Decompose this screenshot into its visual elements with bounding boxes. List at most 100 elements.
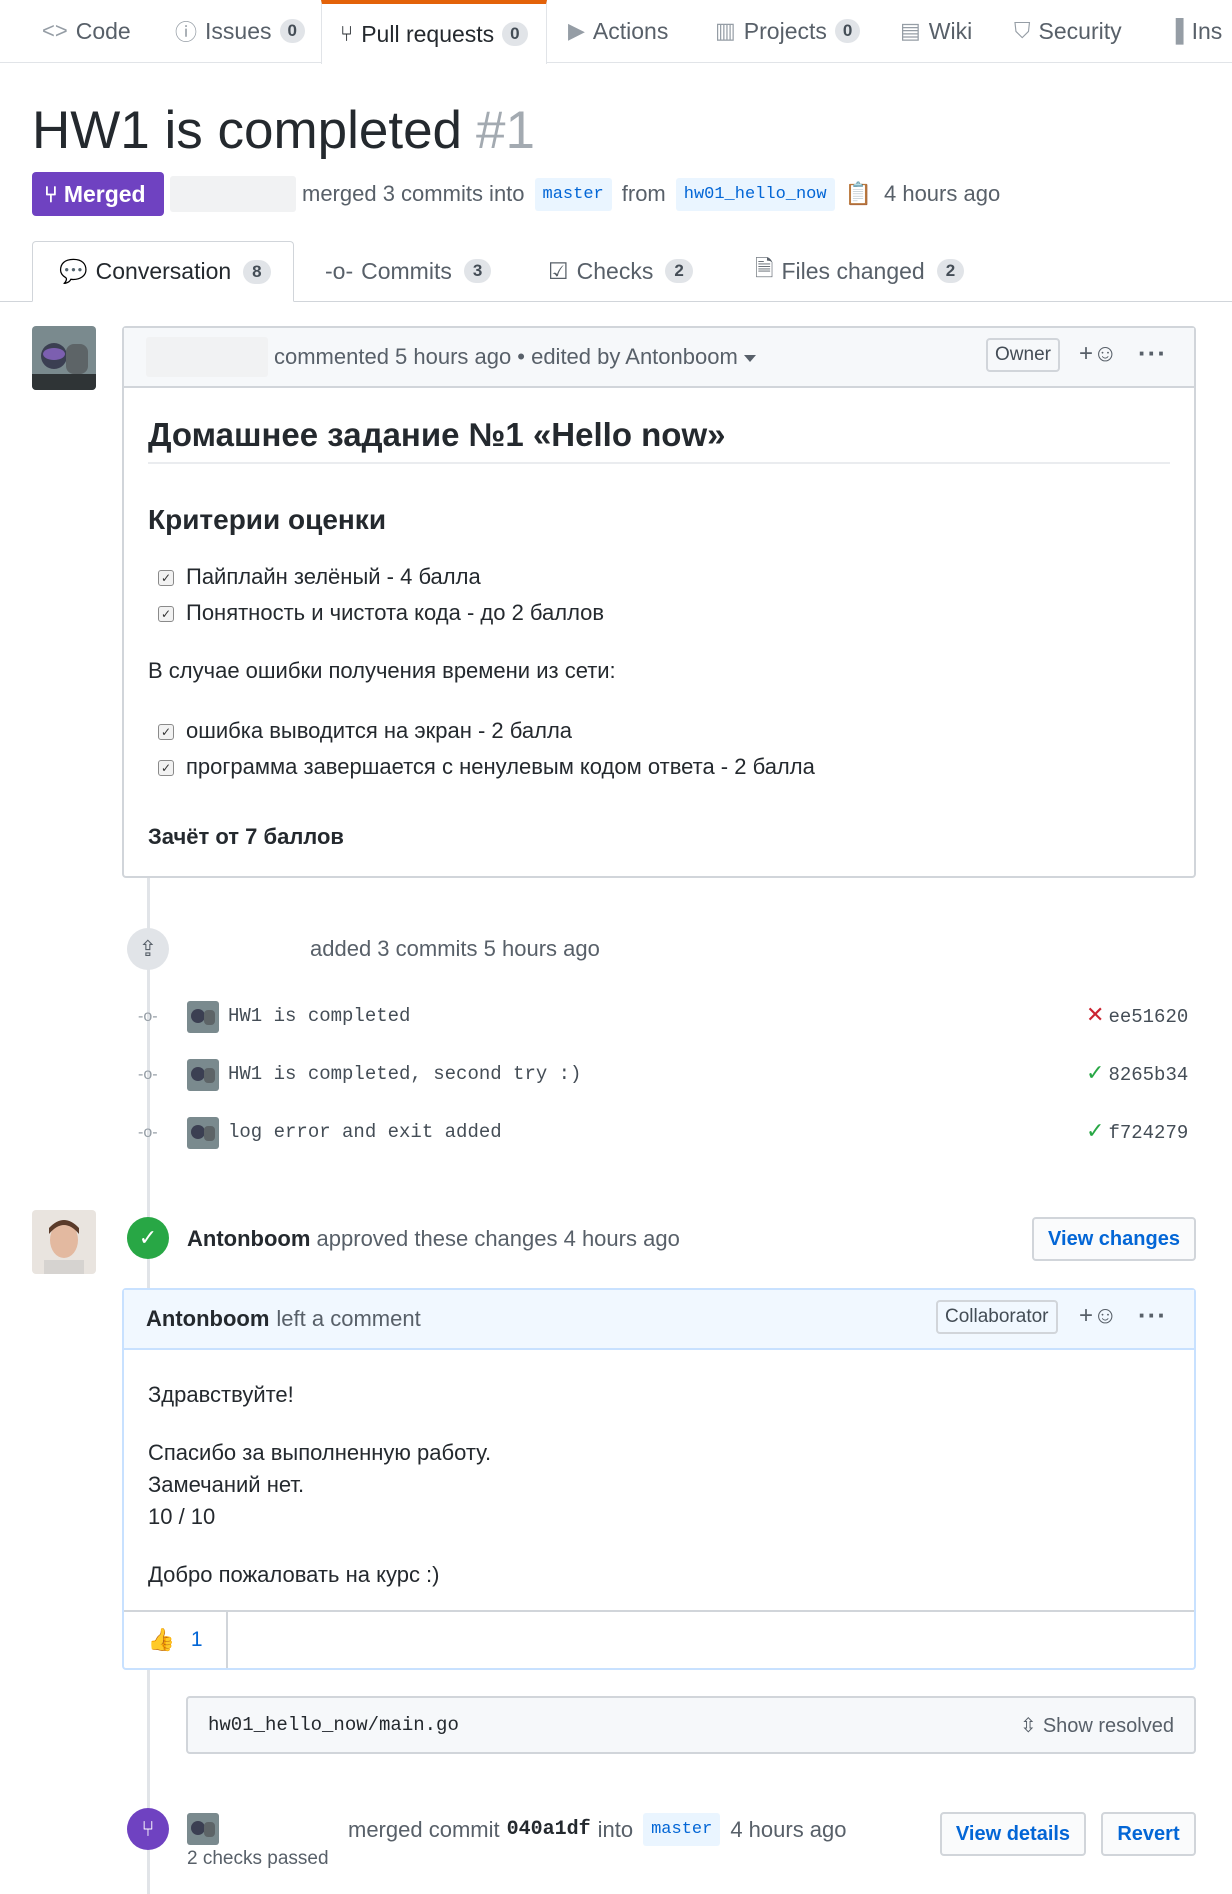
more-options-icon[interactable]: ··· [1138, 338, 1167, 369]
clipboard-icon[interactable]: 📋 [845, 181, 872, 207]
review-summary: Antonboom approved these changes 4 hours… [187, 1226, 680, 1251]
tab-checks[interactable]: ☑ Checks 2 [548, 241, 693, 301]
reaction-bar: 👍 1 [124, 1610, 1194, 1668]
code-icon: <> [42, 18, 68, 43]
comment-footer-bold: Зачёт от 7 баллов [148, 824, 344, 849]
checkbox-checked-icon[interactable]: ✓ [158, 724, 174, 740]
collaborator-badge: Collaborator [936, 1300, 1058, 1334]
repo-tab-code[interactable]: <> Code [42, 0, 131, 62]
checklist-icon: ☑ [548, 257, 569, 284]
check-icon: ✓ [1086, 1119, 1105, 1144]
tab-conversation[interactable]: 💬 Conversation 8 [32, 241, 294, 302]
git-merge-icon: ⑂ [127, 1808, 169, 1850]
play-icon: ▶ [568, 18, 585, 43]
task-item: ✓ ошибка выводится на экран - 2 балла [158, 718, 572, 744]
git-commit-icon: -o- [138, 1008, 158, 1025]
pr-title-text: HW1 is completed [32, 101, 463, 160]
avatar[interactable] [187, 1117, 219, 1149]
base-branch[interactable]: master [534, 177, 612, 211]
comment-header: commented 5 hours ago • edited by Antonb… [124, 328, 1194, 388]
pull-request-icon: ⑂ [340, 21, 354, 46]
commit-message-link[interactable]: log error and exit added [228, 1121, 502, 1143]
avatar[interactable] [187, 1001, 219, 1033]
comment-line: Добро пожаловать на курс :) [148, 1562, 440, 1587]
avatar[interactable] [32, 1210, 96, 1274]
review-comment: Antonboom left a comment Collaborator +☺… [122, 1288, 1196, 1670]
pr-tabs: 💬 Conversation 8 -o- Commits 3 ☑ Checks … [0, 241, 1232, 302]
author-redacted [146, 337, 268, 377]
divider [148, 462, 1170, 464]
repo-tab-pull-requests[interactable]: ⑂ Pull requests 0 [321, 0, 547, 64]
check-circle-icon: ✓ [127, 1217, 169, 1259]
repo-tab-projects[interactable]: ▥ Projects 0 [715, 0, 861, 62]
checkbox-checked-icon[interactable]: ✓ [158, 760, 174, 776]
add-reaction-icon[interactable]: +☺ [1079, 340, 1118, 368]
file-diff-icon: 🗎 [755, 254, 774, 281]
commits-event-text: added 3 commits 5 hours ago [310, 936, 600, 961]
comment-heading-1: Домашнее задание №1 «Hello now» [148, 416, 726, 453]
avatar[interactable] [187, 1059, 219, 1091]
comment-author-link[interactable]: Antonboom [146, 1306, 269, 1332]
commit-message-link[interactable]: HW1 is completed, second try :) [228, 1063, 581, 1085]
comment-heading-2: Критерии оценки [148, 504, 387, 535]
author-redacted [170, 176, 296, 212]
repo-tab-issues[interactable]: ⓘ Issues 0 [175, 0, 305, 62]
merge-event-text: merged commit 040a1df into master 4 hour… [348, 1813, 847, 1846]
commit-status-sha[interactable]: ✕ ee51620 [1086, 1003, 1188, 1028]
commit-message-link[interactable]: HW1 is completed [228, 1005, 410, 1027]
avatar[interactable] [187, 1813, 219, 1845]
more-options-icon[interactable]: ··· [1138, 1300, 1167, 1331]
avatar[interactable] [32, 326, 96, 390]
merge-commit-sha[interactable]: 040a1df [507, 1818, 591, 1841]
owner-badge: Owner [986, 338, 1060, 372]
repo-tab-security[interactable]: ⛉ Security [1014, 0, 1122, 62]
projects-count: 0 [834, 19, 861, 43]
tab-files-changed[interactable]: 🗎 Files changed 2 [755, 241, 965, 301]
comment-paragraph: В случае ошибки получения времени из сет… [148, 658, 616, 683]
x-icon: ✕ [1086, 1003, 1105, 1028]
opening-comment: commented 5 hours ago • edited by Antonb… [122, 326, 1196, 878]
comment-line: 10 / 10 [148, 1504, 216, 1529]
add-reaction-icon[interactable]: +☺ [1079, 1302, 1118, 1330]
page-title: HW1 is completed #1 [32, 100, 535, 161]
git-commit-icon: -o- [138, 1124, 158, 1141]
file-path[interactable]: hw01_hello_now/main.go [208, 1714, 459, 1736]
reaction-count: 1 [190, 1628, 203, 1651]
revert-button[interactable]: Revert [1101, 1812, 1196, 1856]
book-icon: ▤ [900, 18, 921, 43]
thumbs-up-reaction[interactable]: 👍 1 [124, 1612, 228, 1668]
comment-line: Замечаний нет. [148, 1472, 305, 1497]
repo-push-icon: ⇪ [127, 928, 169, 970]
commit-status-sha[interactable]: ✓ 8265b34 [1086, 1061, 1188, 1086]
checkbox-checked-icon[interactable]: ✓ [158, 606, 174, 622]
issue-icon: ⓘ [175, 20, 198, 45]
comment-header: Antonboom left a comment Collaborator +☺… [124, 1290, 1194, 1350]
base-branch[interactable]: master [643, 1813, 721, 1846]
view-details-button[interactable]: View details [940, 1812, 1086, 1856]
view-changes-button[interactable]: View changes [1032, 1217, 1196, 1261]
review-thread-file: hw01_hello_now/main.go ⇳ Show resolved [186, 1696, 1196, 1754]
commit-status-sha[interactable]: ✓ f724279 [1086, 1119, 1188, 1144]
repo-tab-wiki[interactable]: ▤ Wiki [900, 0, 972, 62]
git-merge-icon: ⑂ [44, 180, 58, 207]
pr-meta: merged 3 commits into master from hw01_h… [170, 172, 1000, 216]
repo-tab-insights[interactable]: ▐ Ins [1168, 0, 1222, 62]
repo-tab-actions[interactable]: ▶ Actions [568, 0, 668, 62]
edited-by-dropdown[interactable]: • edited by Antonboom [517, 344, 756, 370]
thumbs-up-icon: 👍 [147, 1627, 175, 1652]
tab-commits[interactable]: -o- Commits 3 [325, 241, 492, 301]
git-commit-icon: -o- [325, 257, 354, 284]
checks-passed-link[interactable]: 2 checks passed [187, 1848, 329, 1870]
show-resolved-button[interactable]: ⇳ Show resolved [1020, 1713, 1174, 1738]
repo-nav: <> Code ⓘ Issues 0 ⑂ Pull requests 0 ▶ A… [0, 0, 1232, 64]
review-author-link[interactable]: Antonboom [187, 1226, 310, 1251]
checkbox-checked-icon[interactable]: ✓ [158, 570, 174, 586]
pr-number: #1 [476, 101, 535, 160]
check-icon: ✓ [1086, 1061, 1105, 1086]
head-branch[interactable]: hw01_hello_now [675, 177, 835, 211]
project-icon: ▥ [715, 18, 736, 43]
git-commit-icon: -o- [138, 1066, 158, 1083]
comment-discussion-icon: 💬 [59, 258, 88, 284]
comment-line: Здравствуйте! [148, 1382, 294, 1407]
task-item: ✓ программа завершается с ненулевым кодом… [158, 754, 815, 780]
